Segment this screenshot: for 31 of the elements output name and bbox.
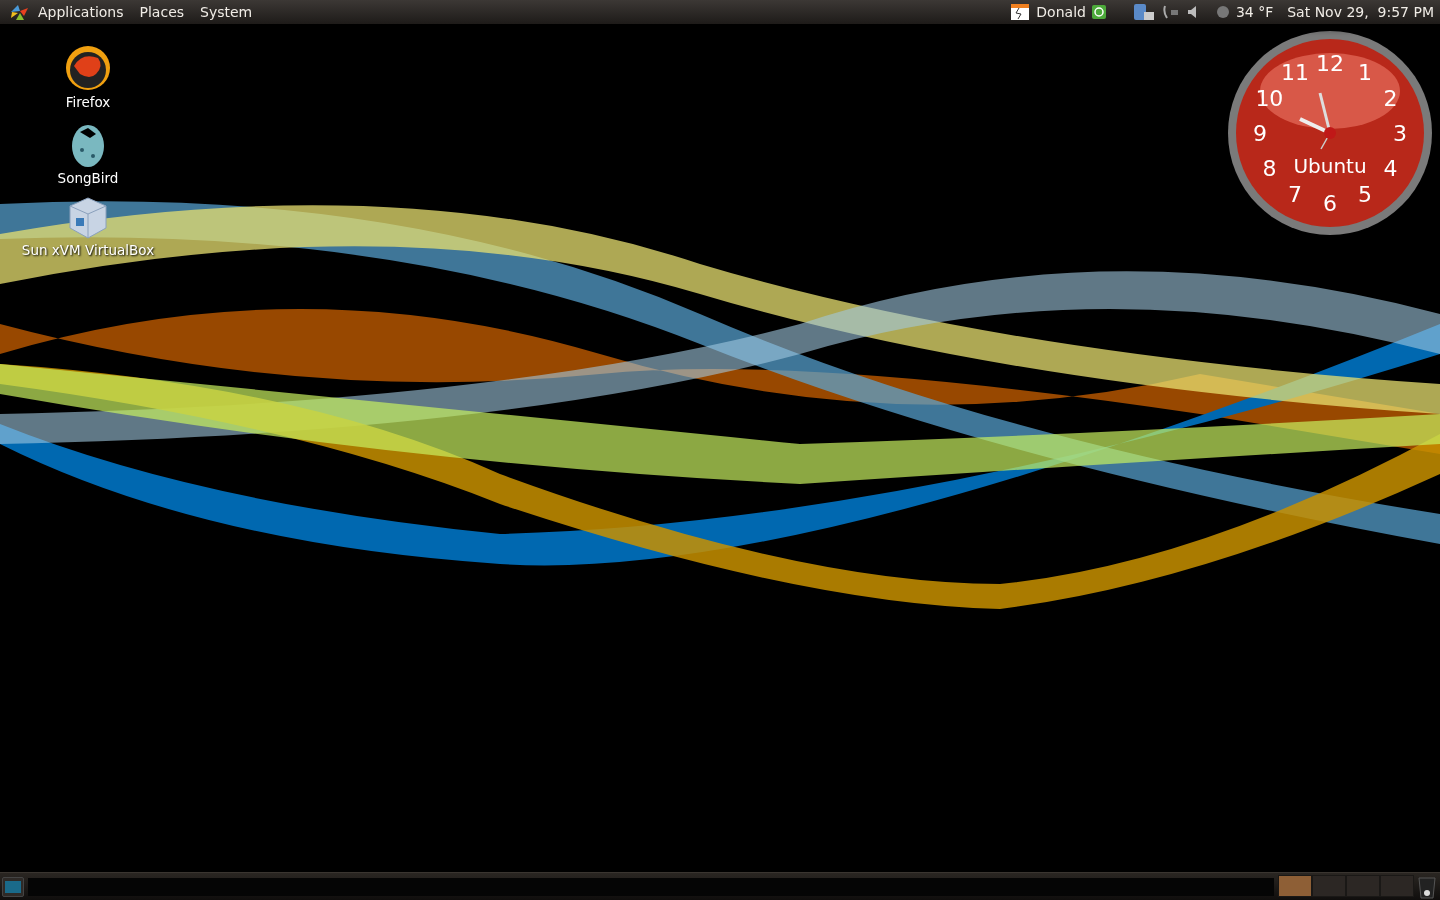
clock-numeral: 1 (1358, 60, 1372, 86)
fox-globe-icon (64, 44, 112, 92)
clock-numeral: 2 (1383, 86, 1398, 111)
clock-numeral: 11 (1281, 60, 1309, 86)
menu-item[interactable]: Applications (30, 0, 132, 24)
document-icon[interactable] (1010, 3, 1031, 21)
user-name[interactable]: Donald (1036, 4, 1086, 20)
clock-numeral: 10 (1255, 86, 1284, 111)
cube-icon (68, 196, 108, 240)
trash-icon[interactable] (1416, 875, 1438, 899)
date-time[interactable]: Sat Nov 29, 9:57 PM (1287, 4, 1434, 20)
clock-numeral: 12 (1316, 51, 1344, 76)
clock-hands (1299, 92, 1336, 150)
desktop-shortcut[interactable]: SongBird (0, 120, 176, 186)
clock-numeral: 5 (1358, 181, 1372, 207)
clock-numeral: 8 (1262, 156, 1277, 181)
desktop-shortcut[interactable]: Firefox (0, 44, 176, 110)
menu-item[interactable]: Places (131, 0, 193, 24)
menu-item[interactable]: System (192, 0, 261, 24)
clock-numeral: 6 (1323, 191, 1337, 216)
temperature[interactable]: 34 °F (1235, 4, 1274, 20)
status-icon[interactable] (1091, 5, 1106, 19)
clock-numeral: 3 (1393, 121, 1407, 146)
clock-numeral: 9 (1253, 121, 1267, 146)
clock-numeral: 7 (1288, 181, 1302, 207)
clock-brand: Ubuntu (1293, 154, 1367, 178)
workspace-tile[interactable] (1312, 875, 1346, 897)
workspace-tile[interactable] (1278, 875, 1312, 897)
clock-numeral: 4 (1383, 156, 1398, 181)
workspace-tile[interactable] (1346, 875, 1380, 897)
workspace-tile[interactable] (1380, 875, 1414, 897)
